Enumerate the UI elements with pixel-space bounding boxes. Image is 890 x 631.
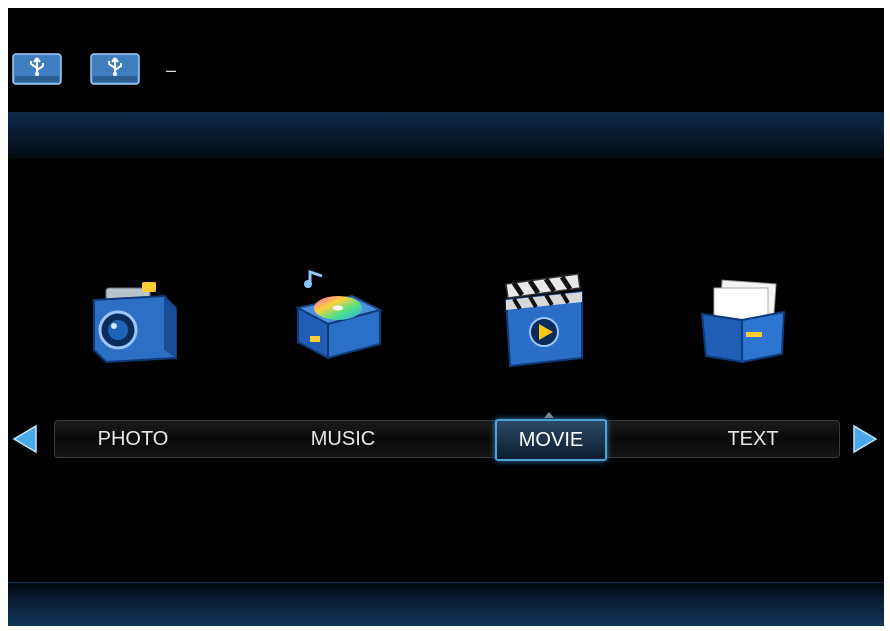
media-type-menu: PHOTO MUSIC MOVIE TEXT — [54, 419, 840, 461]
media-menu-screen: – PHOTO MUSIC MOVIE TEXT — [8, 8, 884, 626]
usb-drive-icon[interactable] — [90, 50, 140, 86]
selection-caret — [544, 412, 554, 418]
status-bar: – — [8, 8, 884, 112]
footer-band — [8, 582, 884, 626]
music-player-icon[interactable] — [288, 270, 388, 370]
menu-item-movie[interactable]: MOVIE — [495, 419, 607, 461]
menu-item-music[interactable]: MUSIC — [287, 421, 399, 457]
menu-item-text[interactable]: TEXT — [697, 421, 809, 457]
right-arrow-icon[interactable] — [852, 424, 878, 454]
header-band — [8, 112, 884, 158]
left-arrow-icon[interactable] — [12, 424, 38, 454]
menu-item-photo[interactable]: PHOTO — [77, 421, 189, 457]
clapperboard-icon[interactable] — [496, 270, 596, 370]
usb-drive-icon[interactable] — [12, 50, 62, 86]
camera-icon[interactable] — [84, 270, 184, 370]
device-placeholder: – — [166, 60, 177, 80]
document-folder-icon[interactable] — [694, 270, 794, 370]
